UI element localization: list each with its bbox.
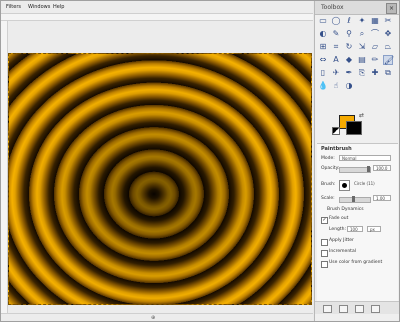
smudge-icon[interactable]: ☝: [331, 81, 341, 91]
tool-grid: ▭ ◯ ℓ ✦ ▦ ✂ ◐ ✎ ⚲ ⌕ ⌒ ✥ ⊞ ⌗ ↻ ⇲ ▱ ⏢ ⇔ A …: [318, 16, 398, 106]
pencil-icon[interactable]: ✏: [370, 55, 380, 65]
opacity-label: Opacity:: [321, 166, 340, 171]
move-icon[interactable]: ✥: [383, 29, 393, 39]
length-field[interactable]: 100: [347, 226, 363, 232]
free-select-icon[interactable]: ℓ: [344, 16, 354, 26]
image-canvas[interactable]: [8, 53, 312, 305]
save-options-icon[interactable]: [323, 305, 332, 313]
blur-icon[interactable]: 💧: [318, 81, 328, 91]
apply-jitter-label: Apply Jitter: [329, 238, 354, 243]
scale-slider-handle[interactable]: [352, 196, 355, 202]
incremental-label: Incremental: [329, 249, 356, 254]
ellipse-select-icon[interactable]: ◯: [331, 16, 341, 26]
shear-icon[interactable]: ▱: [370, 42, 380, 52]
screen: Filters Windows Help ⊕ Toolbox × ▭ ◯ ℓ ✦…: [0, 0, 400, 322]
canvas-area[interactable]: [8, 21, 313, 313]
scissors-icon[interactable]: ✂: [383, 16, 393, 26]
horizontal-ruler[interactable]: [1, 14, 313, 21]
menu-help[interactable]: Help: [53, 3, 64, 11]
status-bar: ⊕: [1, 313, 313, 321]
text-icon[interactable]: A: [331, 55, 341, 65]
zoom-icon[interactable]: ⌕: [357, 29, 367, 39]
scale-icon[interactable]: ⇲: [357, 42, 367, 52]
eraser-icon[interactable]: ▯: [318, 68, 328, 78]
opacity-field[interactable]: 100.0: [373, 165, 391, 171]
paintbrush-icon[interactable]: 🖌: [383, 55, 394, 65]
close-button[interactable]: ×: [386, 3, 397, 14]
mode-select[interactable]: Normal: [339, 155, 391, 161]
scale-field[interactable]: 1.00: [373, 195, 391, 201]
paths-icon[interactable]: ✎: [331, 29, 341, 39]
length-unit-select[interactable]: px: [367, 226, 381, 232]
background-color-swatch[interactable]: [346, 121, 362, 135]
color-area: ⇄: [329, 111, 369, 137]
menu-filters[interactable]: Filters: [6, 3, 21, 11]
vertical-ruler[interactable]: [1, 21, 8, 313]
brush-label: Brush:: [321, 182, 336, 187]
airbrush-icon[interactable]: ✈: [331, 68, 341, 78]
fuzzy-select-icon[interactable]: ✦: [357, 16, 367, 26]
blend-icon[interactable]: ▤: [357, 55, 367, 65]
bucket-fill-icon[interactable]: ◆: [344, 55, 354, 65]
swap-colors-icon[interactable]: ⇄: [359, 112, 364, 119]
brush-name: Circle (11): [354, 181, 375, 186]
reset-colors-icon[interactable]: [332, 127, 340, 135]
reset-options-icon[interactable]: [371, 305, 380, 313]
perspective-clone-icon[interactable]: ⧉: [383, 68, 393, 78]
mode-label: Mode:: [321, 156, 335, 161]
brush-preview[interactable]: [339, 180, 350, 191]
clone-icon[interactable]: ⎘: [357, 68, 367, 78]
rotate-icon[interactable]: ↻: [344, 42, 354, 52]
ink-icon[interactable]: ✒: [344, 68, 354, 78]
toolbox-titlebar[interactable]: Toolbox ×: [315, 1, 399, 15]
opacity-slider-handle[interactable]: [367, 166, 370, 172]
length-label: Length:: [329, 227, 347, 232]
menu-windows[interactable]: Windows: [28, 3, 50, 11]
image-menubar: Filters Windows Help: [1, 1, 313, 14]
heal-icon[interactable]: ✚: [370, 68, 380, 78]
toolbox-window: Toolbox × ▭ ◯ ℓ ✦ ▦ ✂ ◐ ✎ ⚲ ⌕ ⌒ ✥ ⊞ ⌗ ↻ …: [314, 1, 399, 321]
opacity-slider[interactable]: [339, 166, 371, 173]
incremental-checkbox[interactable]: [321, 250, 328, 257]
align-icon[interactable]: ⊞: [318, 42, 328, 52]
toolbox-bottom-bar: [315, 301, 399, 314]
fade-out-checkbox[interactable]: ✓: [321, 217, 328, 224]
tool-options-panel: Paintbrush Mode: Normal Opacity: 100.0 B…: [317, 143, 398, 304]
perspective-icon[interactable]: ⏢: [383, 42, 393, 52]
crop-icon[interactable]: ⌗: [331, 42, 341, 52]
toolbox-title: Toolbox: [321, 4, 344, 11]
gradient-label: Use color from gradient: [329, 260, 383, 265]
rect-select-icon[interactable]: ▭: [318, 16, 328, 26]
color-picker-icon[interactable]: ⚲: [344, 29, 354, 39]
restore-options-icon[interactable]: [339, 305, 348, 313]
apply-jitter-checkbox[interactable]: [321, 239, 328, 246]
select-by-color-icon[interactable]: ▦: [370, 16, 380, 26]
fade-out-label: Fade out: [329, 216, 349, 221]
brush-dynamics-expander[interactable]: Brush Dynamics: [327, 206, 364, 213]
measure-icon[interactable]: ⌒: [370, 29, 380, 39]
dodge-burn-icon[interactable]: ◑: [344, 81, 354, 91]
flip-icon[interactable]: ⇔: [318, 55, 328, 65]
scale-label: Scale:: [321, 196, 335, 201]
navigate-icon[interactable]: ⊕: [151, 314, 155, 321]
delete-options-icon[interactable]: [355, 305, 364, 313]
tool-options-title: Paintbrush: [321, 146, 352, 152]
scale-slider[interactable]: [339, 196, 371, 203]
foreground-select-icon[interactable]: ◐: [318, 29, 328, 39]
gradient-checkbox[interactable]: [321, 261, 328, 268]
